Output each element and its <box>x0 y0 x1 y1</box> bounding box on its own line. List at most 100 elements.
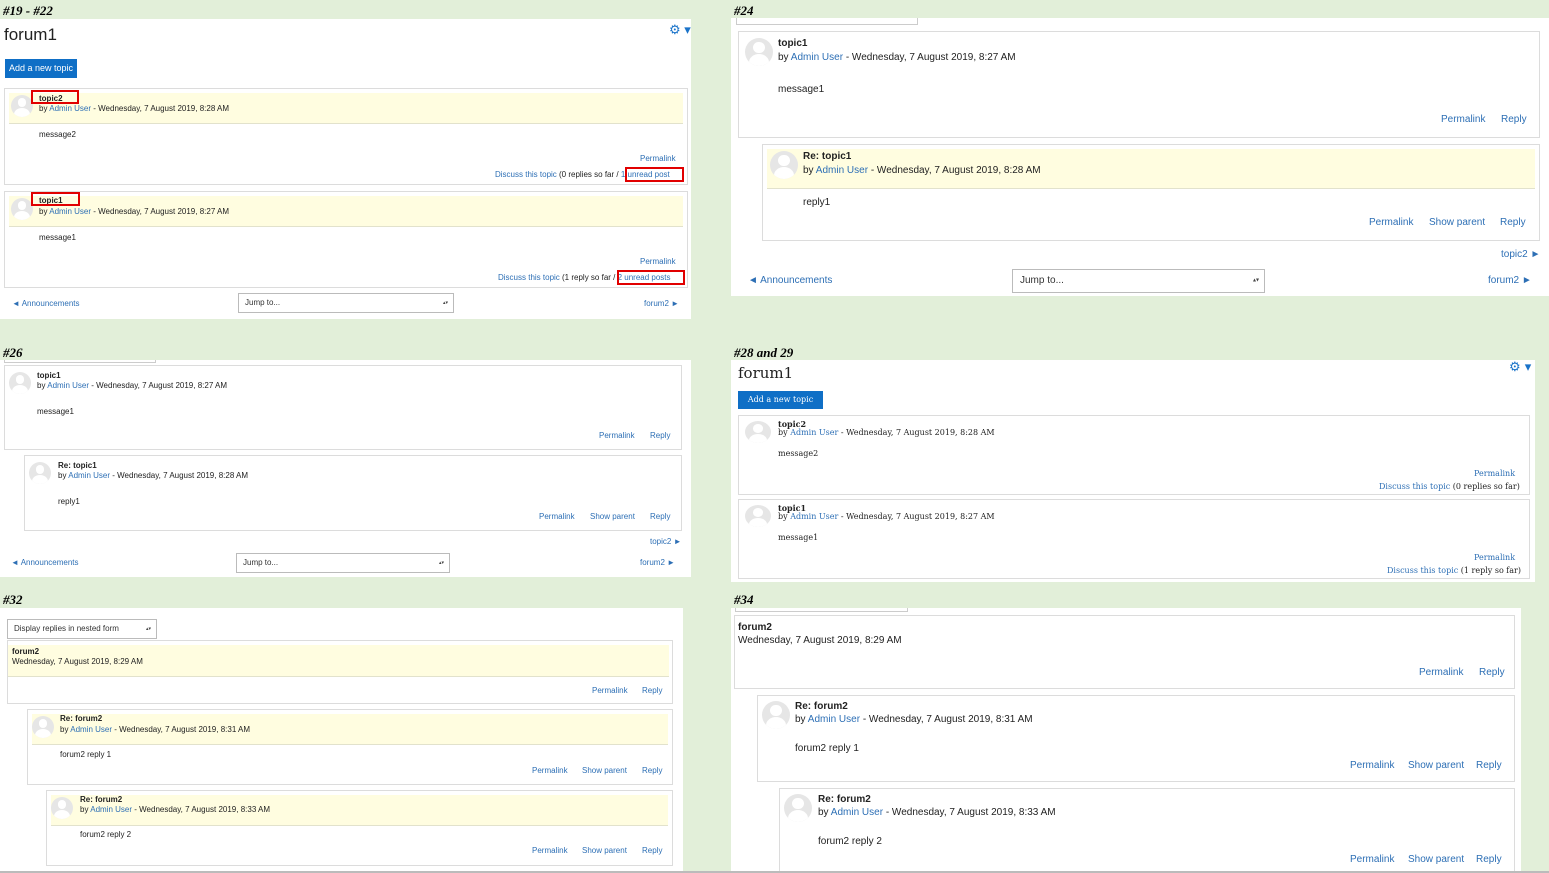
show-parent-link[interactable]: Show parent <box>1429 217 1485 228</box>
reply-link[interactable]: Reply <box>650 431 670 440</box>
prev-forum-link[interactable]: ◄ Announcements <box>12 299 80 308</box>
select-arrow-icon: ▴▾ <box>1252 277 1259 284</box>
next-forum-link[interactable]: forum2 ► <box>644 299 679 308</box>
post-author-line: by Admin User - Wednesday, 7 August 2019… <box>58 471 249 480</box>
jump-to-select[interactable]: Jump to... ▴▾ <box>1012 269 1265 293</box>
prev-forum-link[interactable]: ◄ Announcements <box>11 558 79 567</box>
next-topic-link[interactable]: topic2 ► <box>650 537 682 546</box>
user-avatar[interactable] <box>745 505 771 527</box>
author-link[interactable]: Admin User <box>791 52 843 63</box>
prev-forum-link[interactable]: ◄ Announcements <box>748 275 832 286</box>
post-author-line: by Admin User - Wednesday, 7 August 2019… <box>39 104 230 113</box>
post-message: forum2 reply 2 <box>80 830 132 839</box>
next-forum-link[interactable]: forum2 ► <box>640 558 675 567</box>
permalink-link[interactable]: Permalink <box>539 512 575 521</box>
reply-link[interactable]: Reply <box>642 846 662 855</box>
show-parent-link[interactable]: Show parent <box>1408 854 1464 865</box>
permalink-link[interactable]: Permalink <box>1369 217 1413 228</box>
permalink-link[interactable]: Permalink <box>1474 553 1515 562</box>
post-subject: topic1 <box>778 38 808 49</box>
permalink-link[interactable]: Permalink <box>1419 667 1463 678</box>
post-re-forum2-2: Re: forum2 by Admin User - Wednesday, 7 … <box>779 788 1515 873</box>
permalink-link[interactable]: Permalink <box>1474 469 1515 478</box>
select-arrow-icon: ▴▾ <box>442 299 448 306</box>
show-parent-link[interactable]: Show parent <box>582 846 627 855</box>
author-link[interactable]: Admin User <box>68 471 110 480</box>
user-avatar[interactable] <box>32 716 54 738</box>
post-subject: Re: forum2 <box>80 795 123 804</box>
user-avatar[interactable] <box>11 198 33 220</box>
post-forum2: forum2 Wednesday, 7 August 2019, 8:29 AM… <box>734 615 1515 689</box>
permalink-link[interactable]: Permalink <box>1441 114 1485 125</box>
discussion-topic2: topic2 by Admin User - Wednesday, 7 Augu… <box>4 88 688 185</box>
reply-link[interactable]: Reply <box>650 512 670 521</box>
discuss-topic-link[interactable]: Discuss this topic <box>1387 566 1458 575</box>
post-message: reply1 <box>803 197 831 208</box>
show-parent-link[interactable]: Show parent <box>1408 760 1464 771</box>
author-link[interactable]: Admin User <box>808 714 860 725</box>
author-link[interactable]: Admin User <box>47 381 89 390</box>
author-link[interactable]: Admin User <box>816 165 868 176</box>
post-subject: Re: topic1 <box>58 461 97 470</box>
permalink-link[interactable]: Permalink <box>640 257 676 266</box>
gear-icon[interactable]: ⚙ ▾ <box>669 22 691 38</box>
jump-to-select[interactable]: Jump to... ▴▾ <box>238 293 454 313</box>
permalink-link[interactable]: Permalink <box>1350 760 1394 771</box>
user-avatar[interactable] <box>762 701 790 729</box>
jump-to-select[interactable]: Jump to... ▴▾ <box>236 553 450 573</box>
reply-link[interactable]: Reply <box>1476 854 1502 865</box>
section-label-28-29: #28 and 29 <box>734 345 794 360</box>
user-avatar[interactable] <box>745 38 773 66</box>
reply-link[interactable]: Reply <box>1476 760 1502 771</box>
post-re-forum2-2: Re: forum2 by Admin User - Wednesday, 7 … <box>46 790 673 866</box>
post-subject: forum2 <box>12 647 40 656</box>
reply-link[interactable]: Reply <box>1479 667 1505 678</box>
panel-topic1-discussion: topic1 by Admin User - Wednesday, 7 Augu… <box>731 18 1549 296</box>
highlight-box <box>617 270 685 285</box>
select-arrow-icon: ▴▾ <box>438 559 444 566</box>
user-avatar[interactable] <box>51 797 73 819</box>
display-mode-select[interactable]: Display replies in nested form ▴▾ <box>7 619 157 639</box>
reply-link[interactable]: Reply <box>1500 217 1526 228</box>
add-new-topic-button[interactable]: Add a new topic <box>738 391 823 409</box>
discussion-status: Discuss this topic (0 replies so far) <box>1379 482 1520 491</box>
reply-link[interactable]: Reply <box>642 766 662 775</box>
next-topic-link[interactable]: topic2 ► <box>1501 249 1540 260</box>
user-avatar[interactable] <box>784 794 812 822</box>
author-link[interactable]: Admin User <box>790 428 838 437</box>
reply-link[interactable]: Reply <box>642 686 662 695</box>
show-parent-link[interactable]: Show parent <box>590 512 635 521</box>
discuss-topic-link[interactable]: Discuss this topic <box>498 273 560 282</box>
reply-link[interactable]: Reply <box>1501 114 1527 125</box>
add-new-topic-button[interactable]: Add a new topic <box>5 59 77 78</box>
author-link[interactable]: Admin User <box>790 512 838 521</box>
section-label-32: #32 <box>3 592 23 607</box>
show-parent-link[interactable]: Show parent <box>582 766 627 775</box>
author-link[interactable]: Admin User <box>49 207 91 216</box>
user-avatar[interactable] <box>770 151 798 179</box>
user-avatar[interactable] <box>745 421 771 443</box>
author-link[interactable]: Admin User <box>70 725 112 734</box>
page-title: forum1 <box>4 25 57 44</box>
author-link[interactable]: Admin User <box>49 104 91 113</box>
post-re-topic1: Re: topic1 by Admin User - Wednesday, 7 … <box>762 144 1540 241</box>
author-link[interactable]: Admin User <box>831 807 883 818</box>
user-avatar[interactable] <box>11 95 33 117</box>
author-link[interactable]: Admin User <box>90 805 132 814</box>
permalink-link[interactable]: Permalink <box>592 686 628 695</box>
gear-icon[interactable]: ⚙ ▾ <box>1509 360 1531 375</box>
permalink-link[interactable]: Permalink <box>599 431 635 440</box>
next-forum-link[interactable]: forum2 ► <box>1488 275 1532 286</box>
permalink-link[interactable]: Permalink <box>532 766 568 775</box>
user-avatar[interactable] <box>29 462 51 484</box>
permalink-link[interactable]: Permalink <box>532 846 568 855</box>
discuss-topic-link[interactable]: Discuss this topic <box>495 170 557 179</box>
post-author-line: by Admin User - Wednesday, 7 August 2019… <box>37 381 228 390</box>
permalink-link[interactable]: Permalink <box>1350 854 1394 865</box>
permalink-link[interactable]: Permalink <box>640 154 676 163</box>
user-avatar[interactable] <box>9 372 31 394</box>
discuss-topic-link[interactable]: Discuss this topic <box>1379 482 1450 491</box>
select-arrow-icon: ▴▾ <box>145 625 151 632</box>
post-message: forum2 reply 2 <box>818 836 882 847</box>
post-re-forum2-1: Re: forum2 by Admin User - Wednesday, 7 … <box>27 709 673 785</box>
